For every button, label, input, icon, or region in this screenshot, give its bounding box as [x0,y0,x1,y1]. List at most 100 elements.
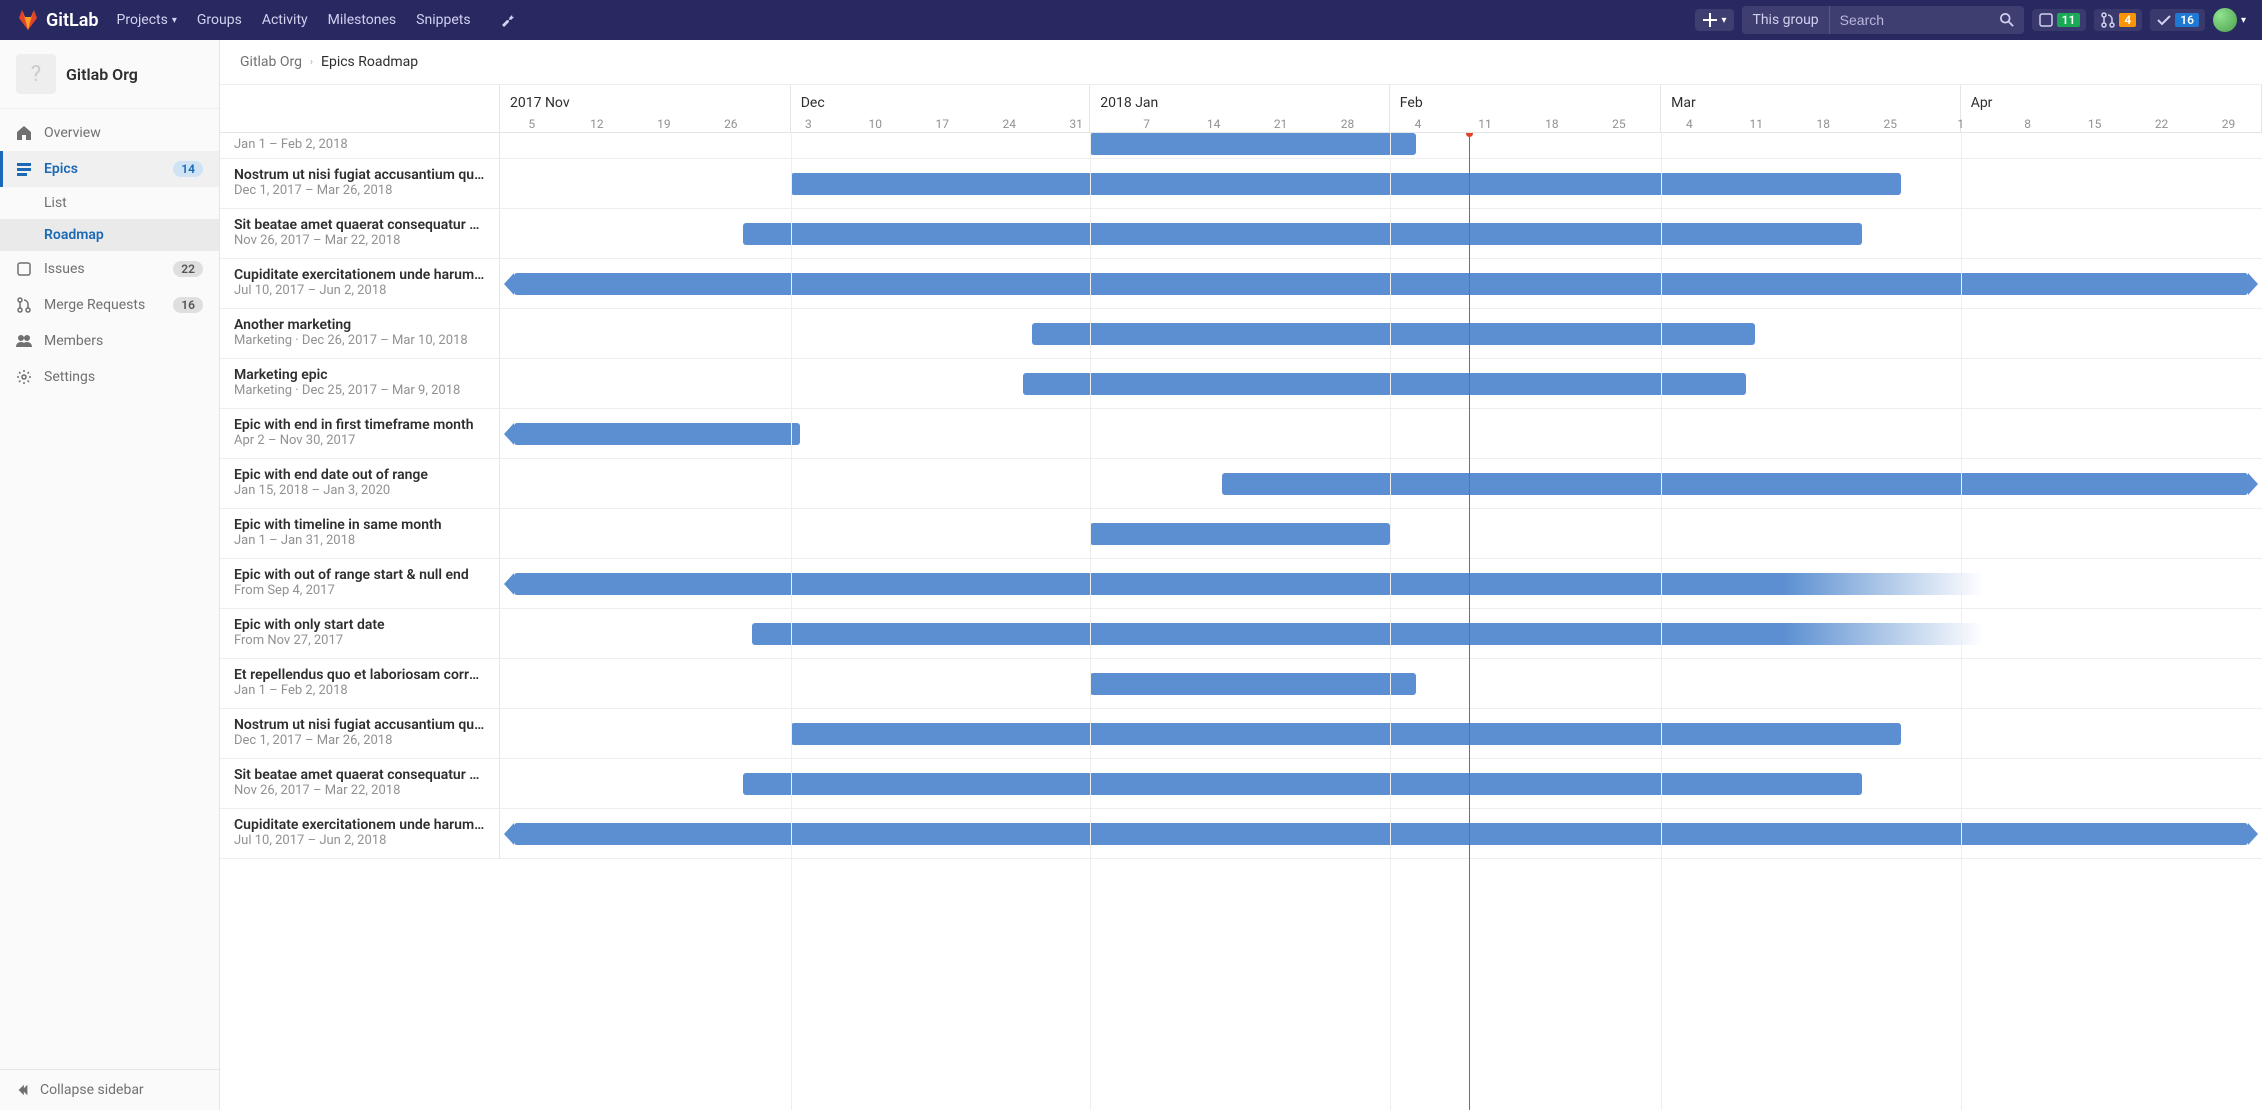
issue-icon [2038,12,2054,28]
new-dropdown[interactable]: ▾ [1695,9,1734,31]
epic-title-cell[interactable]: Cupiditate exercitationem unde harum rep… [220,809,500,858]
epic-title: Epic with end in first timeframe month [234,417,485,433]
epic-title: Epic with out of range start & null end [234,567,485,583]
epic-bar-cell [500,709,2262,758]
epic-bar-cell [500,409,2262,458]
epic-row: Epic with only start dateFrom Nov 27, 20… [220,609,2262,659]
badge-count: 16 [2175,13,2199,27]
timeline-day-label: 5 [528,117,535,131]
epic-title: Epic with only start date [234,617,485,633]
sidebar-item-overview[interactable]: Overview [0,115,219,151]
collapse-sidebar[interactable]: Collapse sidebar [0,1069,219,1110]
epic-timeline-bar[interactable] [1023,373,1745,395]
chevron-down-icon: ▾ [172,15,177,26]
breadcrumb-item[interactable]: Epics Roadmap [321,54,418,70]
epic-timeline-bar[interactable] [1222,473,2247,495]
epic-timeline-bar[interactable] [743,223,1862,245]
timeline-day-label: 31 [1069,117,1083,131]
epic-title: Sit beatae amet quaerat consequatur non … [234,767,485,783]
epic-row: Marketing epicMarketing · Dec 25, 2017 –… [220,359,2262,409]
epic-timeline-bar[interactable] [1090,673,1416,695]
nav-link-groups[interactable]: Groups [187,0,252,40]
epic-title-cell[interactable]: Epic with out of range start & null endF… [220,559,500,608]
nav-link-projects[interactable]: Projects▾ [107,0,187,40]
sidebar-item-issues[interactable]: Issues22 [0,251,219,287]
user-menu[interactable]: ▾ [2213,8,2246,32]
search-scope[interactable]: This group [1742,6,1829,34]
timeline-header-spacer [220,85,500,132]
epic-icon [16,161,32,177]
admin-wrench-icon[interactable] [489,0,525,40]
group-header[interactable]: ? Gitlab Org [0,40,219,109]
epic-timeline-bar[interactable] [1032,323,1754,345]
roadmap-rows: Jan 1 – Feb 2, 2018 Nostrum ut nisi fugia… [220,133,2262,1110]
epic-title-cell[interactable]: Epic with timeline in same monthJan 1 – … [220,509,500,558]
todo-icon [2156,12,2172,28]
epic-title: Nostrum ut nisi fugiat accusantium qui v… [234,167,485,183]
search-input[interactable] [1830,6,1990,34]
merge-requests-badge[interactable]: 4 [2094,9,2142,31]
epic-timeline-bar[interactable] [791,173,1901,195]
mr-icon [16,297,32,313]
epic-title-cell[interactable]: Another marketingMarketing · Dec 26, 201… [220,309,500,358]
epic-timeline-bar[interactable] [514,823,2248,845]
epic-timeline-bar[interactable] [514,573,1783,595]
chevron-down-icon: ▾ [2241,15,2246,26]
timeline-day-label: 29 [2222,117,2236,131]
todos-badge[interactable]: 16 [2150,9,2205,31]
epic-title-cell[interactable]: Epic with end in first timeframe monthAp… [220,409,500,458]
logo[interactable]: GitLab [16,8,99,32]
timeline-day-label: 11 [1750,117,1764,131]
epic-timeline-bar[interactable] [514,273,2248,295]
timeline-day-label: 7 [1143,117,1150,131]
epic-bar-cell [500,209,2262,258]
epic-timeline-bar[interactable] [743,773,1862,795]
sidebar-subitem-roadmap[interactable]: Roadmap [0,219,219,251]
epic-timeline-bar[interactable] [791,723,1901,745]
epic-title: Cupiditate exercitationem unde harum rep… [234,267,485,283]
epic-title-cell[interactable]: Marketing epicMarketing · Dec 25, 2017 –… [220,359,500,408]
epic-title-cell[interactable]: Jan 1 – Feb 2, 2018 [220,133,500,158]
timeline-day-label: 26 [724,117,738,131]
epic-title-cell[interactable]: Et repellendus quo et laboriosam corrupt… [220,659,500,708]
sidebar-subitem-list[interactable]: List [0,187,219,219]
search-icon[interactable] [1990,7,2024,33]
epic-timeline-bar[interactable] [514,423,799,445]
badge-count: 4 [2119,13,2136,27]
breadcrumb-item[interactable]: Gitlab Org [240,54,302,70]
epic-title-cell[interactable]: Sit beatae amet quaerat consequatur non … [220,209,500,258]
epic-dates: Jul 10, 2017 – Jun 2, 2018 [234,283,485,298]
sidebar-item-settings[interactable]: Settings [0,359,219,395]
epic-bar-cell [500,609,2262,658]
epic-bar-cell [500,159,2262,208]
epic-timeline-bar[interactable] [1090,523,1390,545]
nav-link-snippets[interactable]: Snippets [406,0,480,40]
home-icon [16,125,32,141]
epic-dates: Jan 15, 2018 – Jan 3, 2020 [234,483,485,498]
epic-title-cell[interactable]: Nostrum ut nisi fugiat accusantium qui v… [220,709,500,758]
epic-title-cell[interactable]: Epic with end date out of rangeJan 15, 2… [220,459,500,508]
epic-timeline-bar[interactable] [1090,133,1416,155]
top-nav-left: GitLab Projects▾GroupsActivityMilestones… [16,0,525,40]
sidebar-item-merge-requests[interactable]: Merge Requests16 [0,287,219,323]
epic-title-cell[interactable]: Epic with only start dateFrom Nov 27, 20… [220,609,500,658]
nav-link-milestones[interactable]: Milestones [318,0,407,40]
epic-title: Nostrum ut nisi fugiat accusantium qui v… [234,717,485,733]
epic-title-cell[interactable]: Cupiditate exercitationem unde harum rep… [220,259,500,308]
timeline-header-months: 2017 NovDec2018 JanFebMarApr512192631017… [500,85,2262,132]
sidebar-item-count: 16 [173,297,203,313]
epic-title: Epic with end date out of range [234,467,485,483]
epic-timeline-bar[interactable] [752,623,1783,645]
nav-link-activity[interactable]: Activity [252,0,318,40]
epic-title-cell[interactable]: Sit beatae amet quaerat consequatur non … [220,759,500,808]
timeline-day-label: 18 [1545,117,1559,131]
sidebar-item-members[interactable]: Members [0,323,219,359]
sidebar-nav: OverviewEpics14ListRoadmapIssues22Merge … [0,109,219,1069]
timeline-day-label: 21 [1274,117,1288,131]
epic-title-cell[interactable]: Nostrum ut nisi fugiat accusantium qui v… [220,159,500,208]
sidebar-item-label: Epics [44,161,161,177]
epic-bar-cell [500,759,2262,808]
epic-dates: Dec 1, 2017 – Mar 26, 2018 [234,183,485,198]
sidebar-item-epics[interactable]: Epics14 [0,151,219,187]
issues-badge[interactable]: 11 [2032,9,2087,31]
